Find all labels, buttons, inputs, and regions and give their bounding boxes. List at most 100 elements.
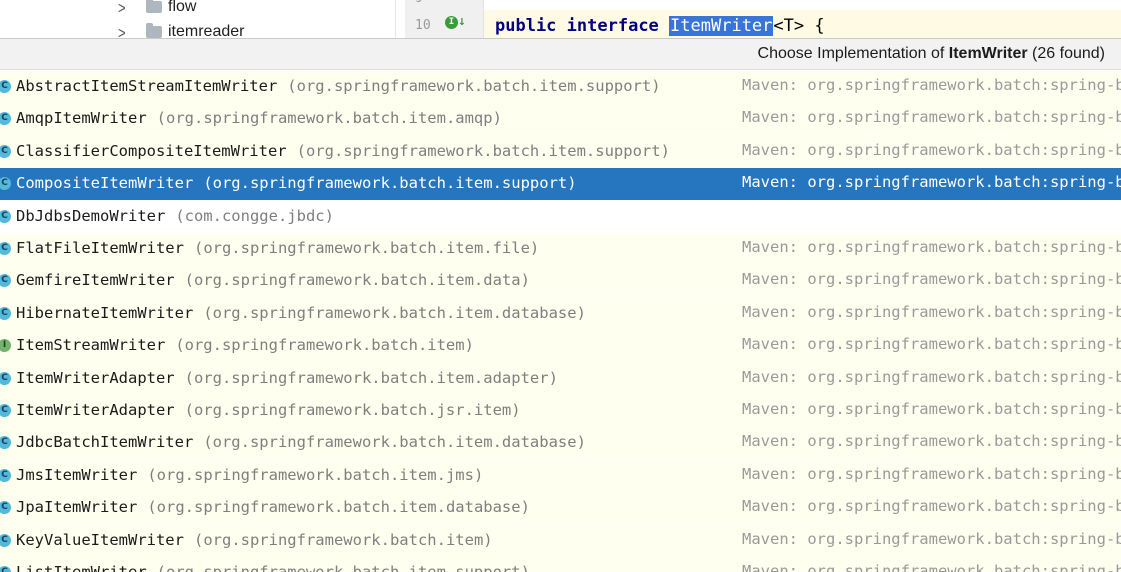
library-location: Maven: org.springframework.batch:spring-… <box>742 400 1121 418</box>
package-name: (org.springframework.batch.jsr.item) <box>184 401 521 419</box>
package-name: (org.springframework.batch.item.data) <box>184 271 530 289</box>
class-name: ItemStreamWriter <box>16 336 166 354</box>
library-location: Maven: org.springframework.batch:spring-… <box>742 141 1121 159</box>
implementation-entry: KeyValueItemWriter (org.springframework.b… <box>16 531 493 549</box>
code-highlighted-identifier[interactable]: ItemWriter <box>669 16 774 36</box>
library-location: Maven: org.springframework.batch:spring-… <box>742 530 1121 548</box>
implementation-list-item[interactable]: C AmqpItemWriter (org.springframework.batc… <box>0 103 1121 135</box>
library-location: Maven: org.springframework.batch:spring-… <box>742 335 1121 353</box>
line-number: 10 <box>415 18 431 33</box>
folder-icon <box>146 0 162 13</box>
line-number: 9 <box>415 0 423 6</box>
library-location: Maven: org.springframework.batch:spring-… <box>742 432 1121 450</box>
popup-title-name: ItemWriter <box>948 45 1028 62</box>
class-icon: C <box>0 307 11 320</box>
package-name: (org.springframework.batch.item.support) <box>203 174 577 192</box>
implementation-list-item[interactable]: C ItemWriterAdapter (org.springframework.b… <box>0 363 1121 395</box>
library-location: Maven: org.springframework.batch:spring-… <box>742 497 1121 515</box>
implementation-list-item[interactable]: C JdbcBatchItemWriter (org.springframework… <box>0 427 1121 459</box>
package-name: (org.springframework.batch.item.database… <box>147 498 530 516</box>
class-icon: C <box>0 404 11 417</box>
library-location: Maven: org.springframework.batch:spring-… <box>742 173 1121 191</box>
package-name: (org.springframework.batch.item) <box>193 531 493 549</box>
implementation-list-item[interactable]: C JmsItemWriter (org.springframework.batch… <box>0 460 1121 492</box>
implementation-entry: AbstractItemStreamItemWriter (org.springf… <box>16 77 661 95</box>
class-name: HibernateItemWriter <box>16 304 194 322</box>
implementation-list-item[interactable]: C GemfireItemWriter (org.springframework.b… <box>0 265 1121 297</box>
code-rest: <T> { <box>773 16 825 36</box>
interface-icon: I <box>0 339 11 352</box>
implementation-entry: GemfireItemWriter (org.springframework.ba… <box>16 271 530 289</box>
class-icon: C <box>0 80 11 93</box>
code-keyword: interface <box>566 16 659 36</box>
popup-header: Choose Implementation of ItemWriter (26 … <box>0 39 1121 70</box>
choose-implementation-popup: Choose Implementation of ItemWriter (26 … <box>0 38 1121 572</box>
class-icon: C <box>0 177 11 190</box>
implementation-list-item[interactable]: I ItemStreamWriter (org.springframework.ba… <box>0 330 1121 362</box>
popup-title-count: (26 found) <box>1027 45 1105 62</box>
package-name: (org.springframework.batch.item.database… <box>203 304 586 322</box>
class-name: ClassifierCompositeItemWriter <box>16 142 287 160</box>
class-name: JdbcBatchItemWriter <box>16 433 194 451</box>
tree-item-flow[interactable]: > flow <box>118 0 196 18</box>
implementation-list-item[interactable]: C ListItemWriter (org.springframework.batc… <box>0 557 1121 572</box>
implementation-list-item[interactable]: C JpaItemWriter (org.springframework.batch… <box>0 492 1121 524</box>
implementation-entry: CompositeItemWriter (org.springframework.… <box>16 174 577 192</box>
implementation-list-item[interactable]: C CompositeItemWriter (org.springframework… <box>0 168 1121 200</box>
implementation-list-item[interactable]: C AbstractItemStreamItemWriter (org.spring… <box>0 71 1121 103</box>
code-text: public interface ItemWriter<T> { <box>495 16 825 36</box>
implementation-entry: JdbcBatchItemWriter (org.springframework.… <box>16 433 586 451</box>
class-icon: C <box>0 210 11 223</box>
tree-item-label: flow <box>168 0 197 15</box>
class-icon: C <box>0 112 11 125</box>
library-location: Maven: org.springframework.batch:spring-… <box>742 76 1121 94</box>
ide-background: > flow > itemreader 9 10 I ↓ public inte… <box>0 0 1121 38</box>
class-name: JmsItemWriter <box>16 466 138 484</box>
package-name: (org.springframework.batch.item.adapter) <box>184 369 558 387</box>
implementation-entry: FlatFileItemWriter (org.springframework.b… <box>16 239 539 257</box>
class-name: FlatFileItemWriter <box>16 239 184 257</box>
class-name: KeyValueItemWriter <box>16 531 184 549</box>
package-name: (org.springframework.batch.item.amqp) <box>156 109 502 127</box>
implementation-entry: AmqpItemWriter (org.springframework.batch… <box>16 109 502 127</box>
library-location: Maven: org.springframework.batch:spring-… <box>742 303 1121 321</box>
library-location: Maven: org.springframework.batch:spring-… <box>742 108 1121 126</box>
class-icon: C <box>0 372 11 385</box>
implementation-list-item[interactable]: C ClassifierCompositeItemWriter (org.sprin… <box>0 136 1121 168</box>
implementation-entry: ItemWriterAdapter (org.springframework.ba… <box>16 369 558 387</box>
tree-item-itemreader[interactable]: > itemreader <box>118 21 244 38</box>
implementation-list-item[interactable]: C FlatFileItemWriter (org.springframework.… <box>0 233 1121 265</box>
package-name: (org.springframework.batch.item) <box>175 336 474 354</box>
class-icon: C <box>0 242 11 255</box>
implementation-entry: JpaItemWriter (org.springframework.batch.… <box>16 498 530 516</box>
chevron-right-icon[interactable]: > <box>118 0 132 17</box>
chevron-right-icon[interactable]: > <box>118 22 132 38</box>
implementation-entry: ItemWriterAdapter (org.springframework.ba… <box>16 401 521 419</box>
code-line: public interface ItemWriter<T> { <box>484 10 1121 38</box>
package-name: (org.springframework.batch.item.database… <box>203 433 586 451</box>
package-name: (org.springframework.batch.item.support) <box>296 142 670 160</box>
library-location: Maven: org.springframework.batch:spring-… <box>742 270 1121 288</box>
package-name: (org.springframework.batch.item.file) <box>193 239 540 257</box>
popup-title-prefix: Choose Implementation of <box>757 45 949 62</box>
class-name: CompositeItemWriter <box>16 174 194 192</box>
implementation-entry: ClassifierCompositeItemWriter (org.spring… <box>16 142 670 160</box>
package-name: (org.springframework.batch.item.support) <box>287 77 661 95</box>
class-name: DbJdbsDemoWriter <box>16 207 166 225</box>
implementation-list-item[interactable]: C HibernateItemWriter (org.springframework… <box>0 298 1121 330</box>
package-name: (org.springframework.batch.item.jms) <box>147 466 484 484</box>
implemented-interface-icon[interactable]: I <box>445 16 458 29</box>
package-name: (com.congge.jbdc) <box>175 207 334 225</box>
library-location: Maven: org.springframework.batch:spring-… <box>742 238 1121 256</box>
class-name: AbstractItemStreamItemWriter <box>16 77 278 95</box>
class-icon: C <box>0 469 11 482</box>
implementation-list-item[interactable]: C ItemWriterAdapter (org.springframework.b… <box>0 395 1121 427</box>
arrow-down-icon[interactable]: ↓ <box>458 14 466 29</box>
implementation-entry: ItemStreamWriter (org.springframework.bat… <box>16 336 474 354</box>
project-tree: > flow > itemreader <box>0 0 396 38</box>
implementation-list-item[interactable]: C DbJdbsDemoWriter (com.congge.jbdc) <box>0 201 1121 233</box>
class-name: ItemWriterAdapter <box>16 369 175 387</box>
class-name: JpaItemWriter <box>16 498 138 516</box>
implementation-list-item[interactable]: C KeyValueItemWriter (org.springframework.… <box>0 525 1121 557</box>
library-location: Maven: org.springframework.batch:spring-… <box>742 368 1121 386</box>
